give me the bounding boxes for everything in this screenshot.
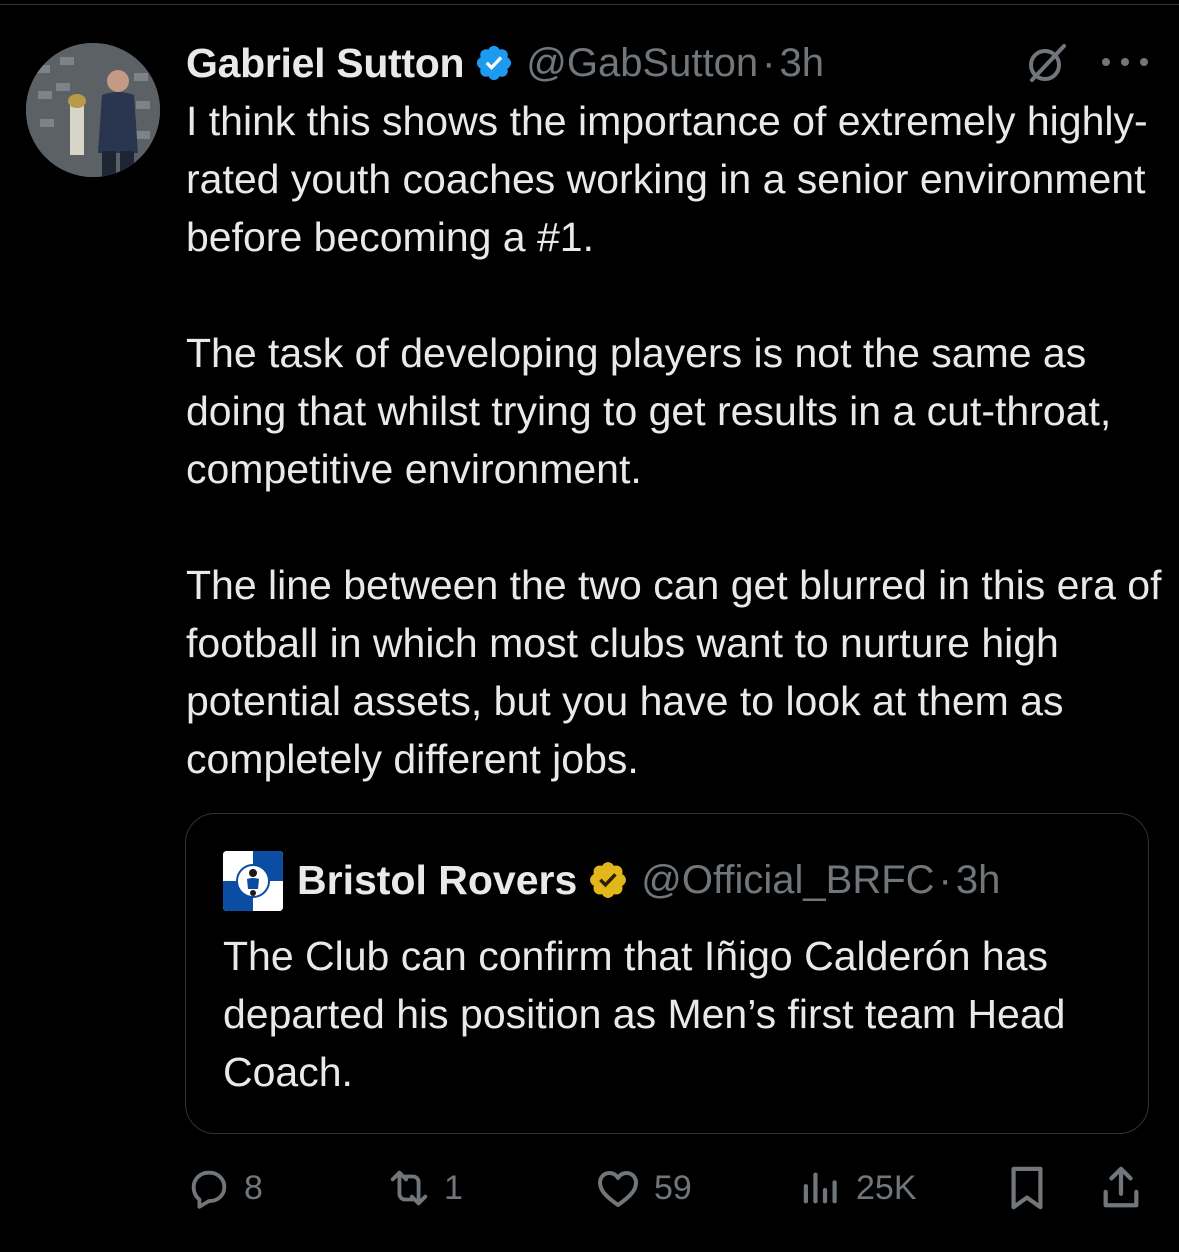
like-count: 59 — [654, 1168, 692, 1207]
quoted-timestamp[interactable]: 3h — [956, 858, 1001, 903]
bookmark-button[interactable] — [1004, 1160, 1050, 1216]
like-icon — [594, 1164, 642, 1212]
quoted-separator-dot: · — [938, 857, 952, 902]
avatar[interactable] — [26, 43, 160, 177]
reply-count: 8 — [244, 1168, 263, 1207]
like-button[interactable]: 59 — [594, 1160, 692, 1216]
reply-icon — [186, 1165, 232, 1211]
tweet-timestamp[interactable]: 3h — [779, 41, 824, 86]
share-icon — [1098, 1163, 1144, 1213]
tweet-paragraph: I think this shows the importance of ext… — [186, 98, 1148, 260]
repost-button[interactable]: 1 — [386, 1160, 463, 1216]
action-bar: 8 1 59 25K — [186, 1160, 1146, 1216]
quoted-header: Bristol Rovers @Official_BRFC · 3h — [297, 854, 1000, 906]
tweet-header: Gabriel Sutton @GabSutton · 3h — [186, 38, 824, 88]
tweet-text: I think this shows the importance of ext… — [186, 92, 1166, 788]
quoted-display-name[interactable]: Bristol Rovers — [297, 857, 577, 904]
views-count: 25K — [856, 1168, 917, 1207]
bookmark-icon — [1004, 1163, 1050, 1213]
quoted-avatar[interactable] — [223, 851, 283, 911]
repost-count: 1 — [444, 1168, 463, 1207]
quoted-handle[interactable]: @Official_BRFC — [641, 858, 934, 903]
avatar-image — [26, 43, 160, 177]
gold-check-icon[interactable] — [587, 859, 629, 901]
tweet-paragraph: The task of developing players is not th… — [186, 330, 1112, 492]
repost-icon — [386, 1165, 432, 1211]
grok-icon[interactable] — [1024, 40, 1070, 86]
blue-check-icon[interactable] — [474, 43, 514, 83]
quoted-tweet[interactable]: Bristol Rovers @Official_BRFC · 3h The C… — [185, 813, 1149, 1134]
author-handle[interactable]: @GabSutton — [526, 41, 758, 86]
more-icon[interactable] — [1102, 50, 1148, 74]
separator-dot: · — [762, 40, 776, 85]
views-button[interactable]: 25K — [798, 1160, 917, 1216]
author-display-name[interactable]: Gabriel Sutton — [186, 40, 465, 87]
tweet-paragraph: The line between the two can get blurred… — [186, 562, 1162, 782]
quoted-text: The Club can confirm that Iñigo Calderón… — [223, 933, 1066, 1095]
views-icon — [798, 1165, 844, 1211]
share-button[interactable] — [1098, 1160, 1144, 1216]
reply-button[interactable]: 8 — [186, 1160, 263, 1216]
top-divider — [0, 4, 1179, 5]
